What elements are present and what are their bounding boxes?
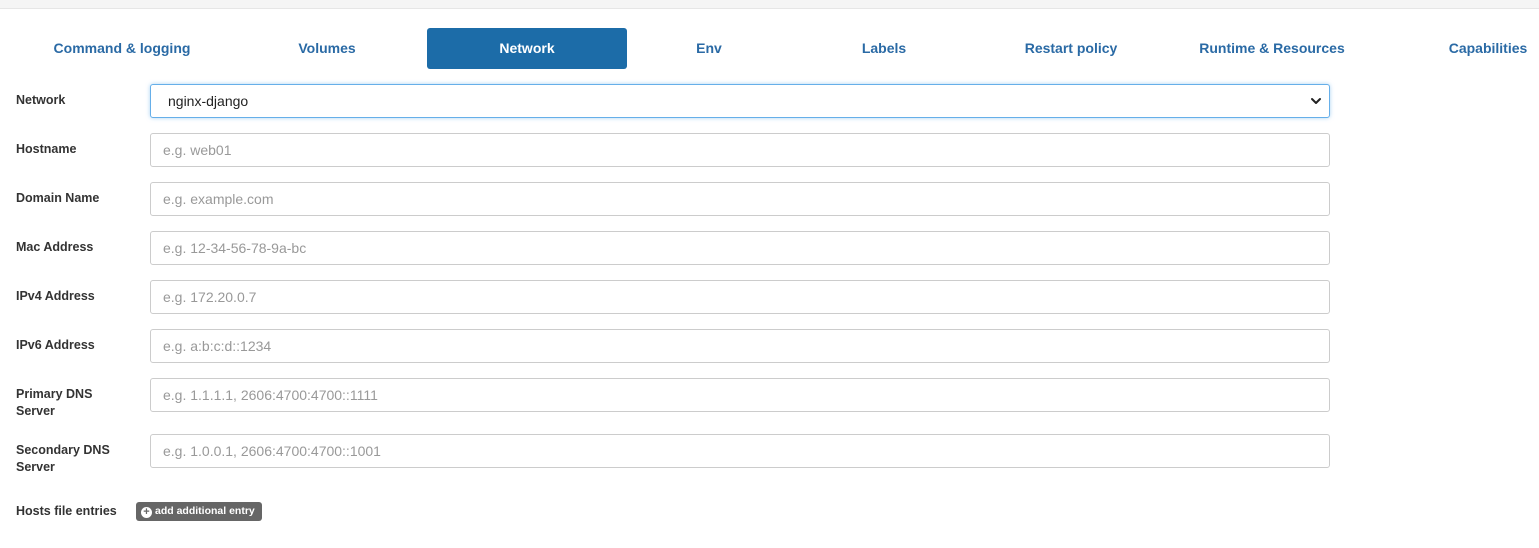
secondary-dns-label-line2: Server — [16, 460, 55, 474]
ipv6-address-label: IPv6 Address — [16, 338, 95, 352]
plus-circle-icon: + — [141, 507, 152, 518]
ipv4-address-input[interactable]: e.g. 172.20.0.7 — [150, 280, 1330, 314]
network-select[interactable]: nginx-django — [150, 84, 1330, 118]
primary-dns-input[interactable]: e.g. 1.1.1.1, 2606:4700:4700::1111 — [150, 378, 1330, 412]
secondary-dns-label: Secondary DNS Server — [16, 442, 136, 476]
ipv6-address-input[interactable]: e.g. a:b:c:d::1234 — [150, 329, 1330, 363]
mac-address-input[interactable]: e.g. 12-34-56-78-9a-bc — [150, 231, 1330, 265]
domain-name-input[interactable]: e.g. example.com — [150, 182, 1330, 216]
primary-dns-label-line2: Server — [16, 404, 55, 418]
domain-name-label: Domain Name — [16, 191, 100, 205]
tab-bar: Command & logging Volumes Network Env La… — [0, 28, 1539, 69]
add-host-entry-button[interactable]: + add additional entry — [136, 502, 262, 521]
primary-dns-label-line1: Primary DNS — [16, 387, 93, 401]
tab-volumes[interactable]: Volumes — [227, 28, 427, 69]
network-select-value: nginx-django — [168, 93, 249, 109]
tab-env[interactable]: Env — [609, 28, 809, 69]
network-label: Network — [16, 93, 66, 107]
tab-capabilities[interactable]: Capabilities — [1388, 28, 1539, 69]
mac-address-label: Mac Address — [16, 240, 94, 254]
top-bar — [0, 0, 1539, 9]
tab-labels[interactable]: Labels — [784, 28, 984, 69]
ipv4-address-label: IPv4 Address — [16, 289, 95, 303]
chevron-down-icon — [1311, 98, 1321, 104]
hostname-input[interactable]: e.g. web01 — [150, 133, 1330, 167]
add-host-entry-label: add additional entry — [155, 505, 255, 517]
secondary-dns-label-line1: Secondary DNS — [16, 443, 110, 457]
primary-dns-label: Primary DNS Server — [16, 386, 136, 420]
tab-network[interactable]: Network — [427, 28, 627, 69]
tab-restart-policy[interactable]: Restart policy — [971, 28, 1171, 69]
hosts-file-label: Hosts file entries — [16, 504, 117, 518]
hostname-label: Hostname — [16, 142, 77, 156]
tab-runtime-resources[interactable]: Runtime & Resources — [1172, 28, 1372, 69]
secondary-dns-input[interactable]: e.g. 1.0.0.1, 2606:4700:4700::1001 — [150, 434, 1330, 468]
tab-command-logging[interactable]: Command & logging — [22, 28, 222, 69]
